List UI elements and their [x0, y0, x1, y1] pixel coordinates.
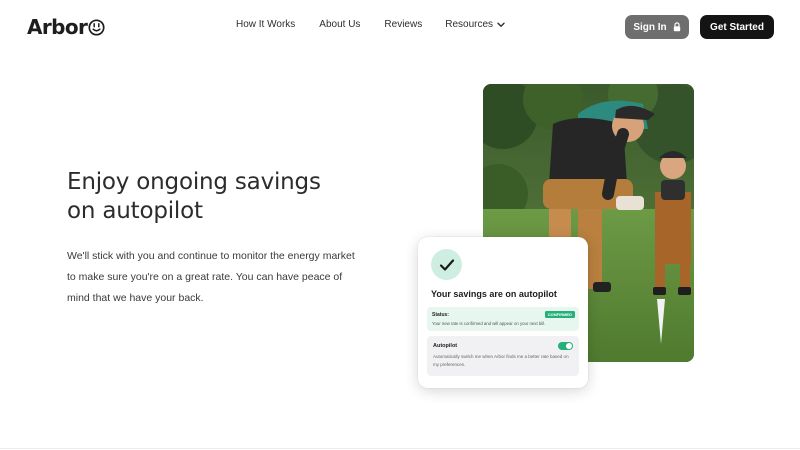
chevron-down-icon	[497, 22, 505, 27]
arbor-logo[interactable]: Arbor	[27, 15, 105, 39]
autopilot-toggle[interactable]	[558, 342, 573, 350]
nav-resources[interactable]: Resources	[445, 19, 505, 30]
nav-reviews[interactable]: Reviews	[384, 19, 422, 30]
logo-wordmark: Arbor	[27, 15, 88, 39]
status-note: Your new rate is confirmed and will appe…	[432, 321, 546, 326]
section-divider	[0, 448, 800, 449]
status-panel: Status: CONFIRMED Your new rate is confi…	[427, 307, 579, 331]
nav-resources-label: Resources	[445, 19, 494, 30]
card-title: Your savings are on autopilot	[431, 289, 557, 299]
main-nav: How It Works About Us Reviews Resources	[236, 19, 505, 30]
hero-body-text: We'll stick with you and continue to mon…	[67, 250, 355, 304]
hero-headline-line-1: Enjoy ongoing savings	[67, 169, 321, 195]
autopilot-card: Your savings are on autopilot Status: CO…	[418, 237, 588, 388]
get-started-button[interactable]: Get Started	[700, 15, 774, 39]
site-header: Arbor How It Works About Us Reviews Reso…	[0, 0, 800, 54]
sign-in-label: Sign In	[633, 21, 667, 33]
autopilot-panel: Autopilot Automatically switch me when A…	[427, 336, 579, 376]
status-label: Status:	[432, 312, 449, 318]
check-badge	[431, 249, 462, 280]
nav-about-us[interactable]: About Us	[319, 19, 360, 30]
hero-headline: Enjoy ongoing savings on autopilot	[67, 168, 367, 226]
lock-icon	[673, 22, 680, 32]
check-icon	[439, 258, 454, 271]
sign-in-button[interactable]: Sign In	[625, 15, 689, 39]
smile-icon	[88, 19, 105, 36]
nav-how-it-works[interactable]: How It Works	[236, 19, 295, 30]
autopilot-description: Automatically switch me when Arbor finds…	[433, 354, 569, 367]
status-badge: CONFIRMED	[544, 311, 575, 318]
autopilot-label: Autopilot	[433, 343, 458, 349]
hero-headline-line-2: on autopilot	[67, 198, 203, 224]
